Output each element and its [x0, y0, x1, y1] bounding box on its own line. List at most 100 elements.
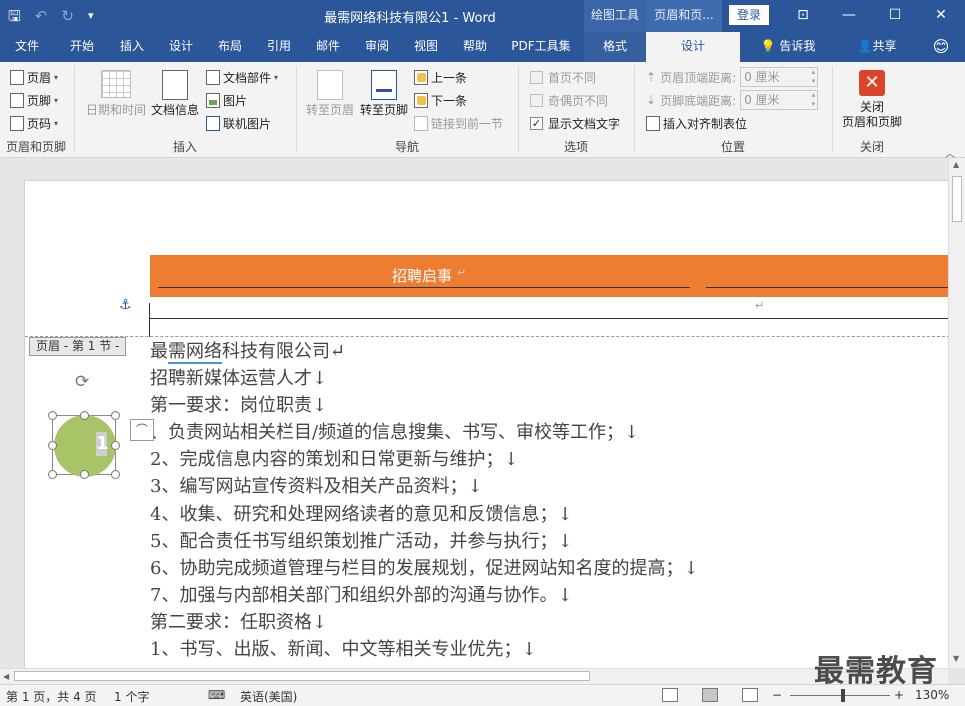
maximize-icon[interactable]: ☐: [872, 0, 918, 32]
previous-button[interactable]: 上一条: [414, 67, 467, 87]
footer-button[interactable]: 页脚 ▾: [10, 90, 58, 110]
tab-pdf-tools[interactable]: PDF工具集: [504, 32, 578, 62]
page-number-button[interactable]: 页码 ▾: [10, 113, 58, 133]
text-line: 3、编写网站宣传资料及相关产品资料；↓: [150, 476, 483, 498]
resize-handle[interactable]: [48, 470, 57, 479]
vertical-scrollbar[interactable]: ▲ ▼: [948, 158, 965, 668]
customize-qat-icon[interactable]: ▾: [88, 6, 94, 26]
scroll-down-icon[interactable]: ▼: [953, 654, 959, 663]
zoom-out-button[interactable]: −: [772, 688, 782, 702]
document-parts-button[interactable]: 文档部件 ▾: [206, 67, 278, 87]
header-button[interactable]: 页眉 ▾: [10, 67, 58, 87]
document-area: 招聘启事 ↵ ↵ ⚓ 页眉 - 第 1 节 - 最需网络科技有限公司↵ 招聘新媒…: [0, 158, 948, 668]
tab-view[interactable]: 视图: [402, 32, 450, 62]
text-line: 、负责网站相关栏目/频道的信息搜集、书写、审校等工作；↓: [150, 422, 640, 444]
goto-header-button[interactable]: 转至页眉: [302, 70, 358, 118]
header-icon: [10, 69, 24, 85]
ribbon-tabs: 文件 开始 插入 设计 布局 引用 邮件 审阅 视图 帮助 PDF工具集 格式 …: [0, 32, 965, 62]
tab-insert[interactable]: 插入: [108, 32, 156, 62]
resize-handle[interactable]: [48, 441, 57, 450]
rotate-handle-icon[interactable]: ⟳: [75, 372, 89, 392]
login-button[interactable]: 登录: [729, 5, 769, 25]
picture-icon: [206, 92, 220, 108]
resize-handle[interactable]: [111, 411, 120, 420]
share-button[interactable]: 👤共享: [846, 32, 908, 62]
resize-handle[interactable]: [111, 470, 120, 479]
resize-handle[interactable]: [80, 470, 89, 479]
picture-button[interactable]: 图片: [206, 90, 247, 110]
link-to-previous-button[interactable]: 链接到前一节: [414, 113, 503, 133]
redo-icon[interactable]: ↻: [61, 6, 74, 26]
text-line: 第一要求：岗位职责↓: [150, 395, 328, 417]
shape-page-number[interactable]: 1: [96, 432, 109, 456]
context-tab-header-footer-tools: 页眉和页...: [646, 0, 722, 32]
tell-me-search[interactable]: 💡 告诉我: [750, 32, 826, 62]
read-mode-icon[interactable]: [662, 688, 678, 702]
show-document-text-checkbox[interactable]: ✓ 显示文档文字: [530, 115, 620, 132]
header-title[interactable]: 招聘启事: [392, 265, 452, 286]
tab-references[interactable]: 引用: [255, 32, 303, 62]
resize-handle[interactable]: [111, 441, 120, 450]
body-text[interactable]: 最需网络科技有限公司↵ 招聘新媒体运营人才↓ 第一要求：岗位职责↓ 、负责网站相…: [150, 338, 699, 663]
footer-icon: [10, 92, 24, 108]
goto-footer-icon: [371, 70, 397, 100]
print-layout-icon[interactable]: [702, 688, 718, 702]
date-time-button[interactable]: 日期和时间: [84, 70, 148, 118]
tab-home[interactable]: 开始: [58, 32, 106, 62]
horizontal-scrollbar[interactable]: ◀: [0, 668, 948, 684]
tab-review[interactable]: 审阅: [353, 32, 401, 62]
tab-file[interactable]: 文件: [4, 32, 50, 62]
vertical-scroll-thumb[interactable]: [952, 176, 962, 222]
footer-bottom-input[interactable]: 0 厘米: [740, 90, 819, 110]
header-margin-rule: [149, 303, 150, 337]
scroll-up-icon[interactable]: ▲: [953, 160, 959, 169]
save-icon[interactable]: 🖫: [8, 6, 21, 26]
calendar-icon: [101, 70, 131, 98]
goto-footer-button[interactable]: 转至页脚: [356, 70, 412, 118]
page-number-icon: [10, 115, 24, 131]
header-banner[interactable]: 招聘启事: [150, 255, 948, 297]
close-icon[interactable]: ✕: [918, 0, 964, 32]
page-count[interactable]: 第 1 页，共 4 页: [6, 688, 97, 705]
insert-alignment-tab-button[interactable]: 插入对齐制表位: [646, 113, 747, 133]
document-info-button[interactable]: 文档信息: [148, 70, 202, 118]
language-indicator[interactable]: 英语(美国): [240, 688, 297, 705]
group-label-insert: 插入: [172, 140, 197, 154]
minimize-icon[interactable]: —: [826, 0, 872, 32]
resize-handle[interactable]: [48, 411, 57, 420]
zoom-in-button[interactable]: +: [894, 688, 904, 702]
tab-header-footer-design[interactable]: 设计: [646, 32, 740, 62]
text-line: 4、收集、研究和处理网络读者的意见和反馈信息；↓: [150, 503, 573, 525]
zoom-level[interactable]: 130%: [915, 688, 949, 702]
page-number-shape[interactable]: 1: [48, 411, 120, 479]
online-picture-icon: [206, 115, 220, 131]
smiley-feedback-icon[interactable]: 😊: [926, 32, 956, 62]
different-odd-even-checkbox[interactable]: 奇偶页不同: [530, 92, 608, 109]
zoom-slider[interactable]: [790, 695, 890, 696]
proofing-icon[interactable]: ⌨: [208, 688, 225, 702]
undo-icon[interactable]: ↶: [35, 6, 48, 26]
different-first-page-checkbox[interactable]: 首页不同: [530, 69, 596, 86]
word-count[interactable]: 1 个字: [114, 688, 149, 705]
text-line: 5、配合责任书写组织策划推广活动，并参与执行；↓: [150, 530, 573, 552]
header-top-icon: ⇡: [646, 70, 657, 84]
tab-mailings[interactable]: 邮件: [304, 32, 352, 62]
next-button[interactable]: 下一条: [414, 90, 467, 110]
ribbon-display-icon[interactable]: ⊡: [780, 0, 826, 32]
zoom-slider-thumb[interactable]: [841, 689, 845, 702]
tab-help[interactable]: 帮助: [451, 32, 499, 62]
online-picture-button[interactable]: 联机图片: [206, 113, 271, 133]
tab-format[interactable]: 格式: [584, 32, 646, 62]
tab-design[interactable]: 设计: [157, 32, 205, 62]
scroll-left-icon[interactable]: ◀: [3, 672, 9, 681]
tab-layout[interactable]: 布局: [206, 32, 254, 62]
resize-handle[interactable]: [80, 411, 89, 420]
web-layout-icon[interactable]: [742, 688, 758, 702]
layout-options-icon[interactable]: ⌒: [130, 419, 154, 441]
close-header-footer-button[interactable]: ✕ 关闭 页眉和页脚: [838, 70, 906, 130]
group-label-position: 位置: [720, 140, 745, 154]
header-top-input[interactable]: 0 厘米: [740, 67, 819, 87]
separator: [296, 66, 297, 152]
header-boundary: [25, 336, 948, 337]
horizontal-scroll-thumb[interactable]: [14, 671, 590, 681]
